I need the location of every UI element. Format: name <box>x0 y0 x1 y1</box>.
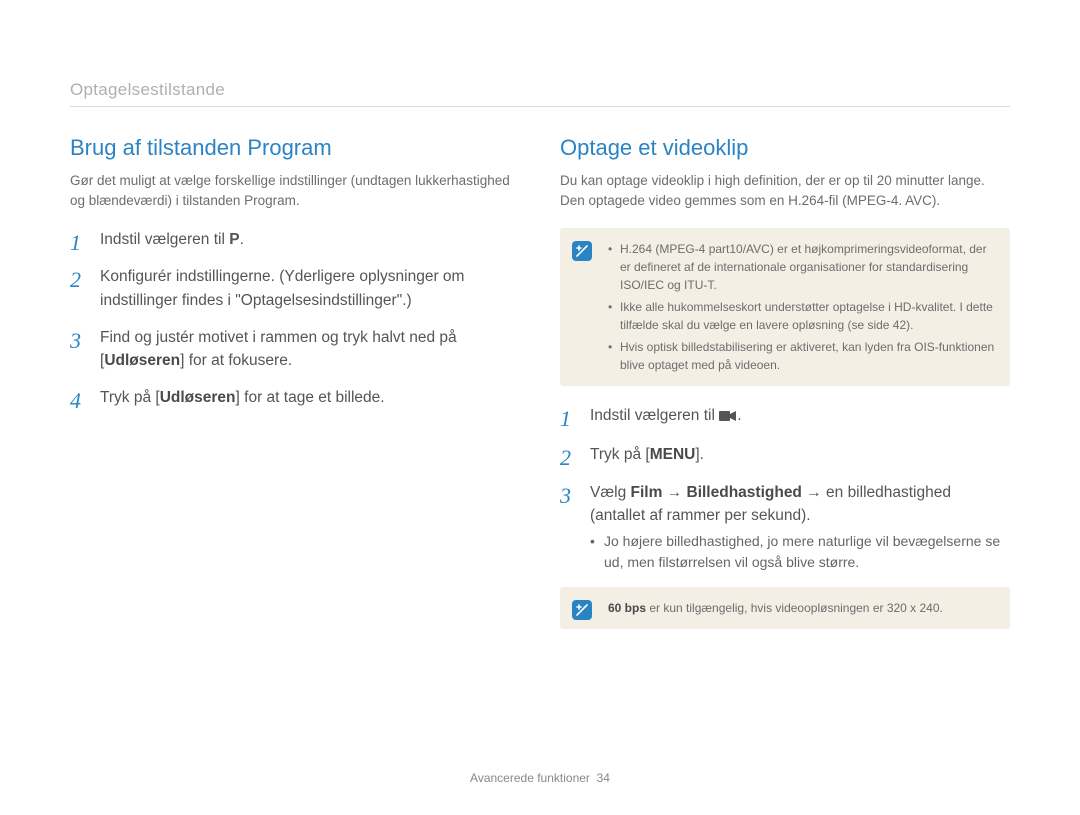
section-title-video: Optage et videoklip <box>560 135 1010 161</box>
content-columns: Brug af tilstanden Program Gør det mulig… <box>70 135 1010 647</box>
step-1: Indstil vælgeren til . <box>560 404 1010 429</box>
p-mode-icon: P <box>229 231 239 248</box>
step-text: Vælg <box>590 484 631 501</box>
divider <box>70 106 1010 107</box>
left-column: Brug af tilstanden Program Gør det mulig… <box>70 135 520 647</box>
shutter-bold: Udløseren <box>104 352 180 369</box>
step-3: Vælg Film → Billedhastighed → en billedh… <box>560 481 1010 574</box>
note-icon <box>572 600 592 620</box>
step-sub-item: Jo højere billedhastighed, jo mere natur… <box>590 531 1010 573</box>
note-rest: er kun tilgængelig, hvis videoopløsninge… <box>646 601 943 615</box>
right-column: Optage et videoklip Du kan optage videok… <box>560 135 1010 647</box>
step-2: Tryk på [MENU]. <box>560 443 1010 466</box>
breadcrumb: Optagelsestilstande <box>70 80 1010 100</box>
note-box-2: 60 bps er kun tilgængelig, hvis videoopl… <box>560 587 1010 629</box>
step-text: Indstil vælgeren til <box>590 407 719 424</box>
step-3: Find og justér motivet i rammen og tryk … <box>70 326 520 373</box>
note-bold: 60 bps <box>608 601 646 615</box>
step-text: . <box>240 231 244 248</box>
step-text: Konfigurér indstillingerne. (Yderligere … <box>100 268 464 308</box>
arrow: → <box>662 484 686 501</box>
note-item: Ikke alle hukommelseskort understøtter o… <box>608 298 996 334</box>
note-item: Hvis optisk billedstabilisering er aktiv… <box>608 338 996 374</box>
intro-program: Gør det muligt at vælge forskellige inds… <box>70 171 520 210</box>
step-text: Indstil vælgeren til <box>100 231 229 248</box>
step-text: ] for at tage et billede. <box>236 389 385 406</box>
step-sub: Jo højere billedhastighed, jo mere natur… <box>590 531 1010 573</box>
note-icon <box>572 241 592 261</box>
steps-program: Indstil vælgeren til P. Konfigurér indst… <box>70 228 520 410</box>
intro-video: Du kan optage videoklip i high definitio… <box>560 171 1010 210</box>
footer: Avancerede funktioner 34 <box>0 771 1080 785</box>
step-text: ] for at fokusere. <box>180 352 292 369</box>
footer-page: 34 <box>597 771 610 785</box>
steps-video: Indstil vælgeren til . Tryk på [MENU]. V… <box>560 404 1010 573</box>
step-text: ]. <box>695 446 704 463</box>
note-box-1: H.264 (MPEG-4 part10/AVC) er et højkompr… <box>560 228 1010 386</box>
framerate-bold: Billedhastighed <box>687 484 802 501</box>
step-text: Tryk på [ <box>100 389 160 406</box>
step-4: Tryk på [Udløseren] for at tage et bille… <box>70 386 520 409</box>
note-list: H.264 (MPEG-4 part10/AVC) er et højkompr… <box>608 240 996 374</box>
section-title-program: Brug af tilstanden Program <box>70 135 520 161</box>
step-1: Indstil vælgeren til P. <box>70 228 520 251</box>
step-2: Konfigurér indstillingerne. (Yderligere … <box>70 265 520 312</box>
menu-bold: MENU <box>650 446 696 463</box>
video-mode-icon <box>719 406 737 429</box>
step-text: Tryk på [ <box>590 446 650 463</box>
shutter-bold: Udløseren <box>160 389 236 406</box>
footer-label: Avancerede funktioner <box>470 771 590 785</box>
film-bold: Film <box>631 484 663 501</box>
step-text: . <box>737 407 741 424</box>
note-item: H.264 (MPEG-4 part10/AVC) er et højkompr… <box>608 240 996 294</box>
note-text: 60 bps er kun tilgængelig, hvis videoopl… <box>608 599 996 617</box>
